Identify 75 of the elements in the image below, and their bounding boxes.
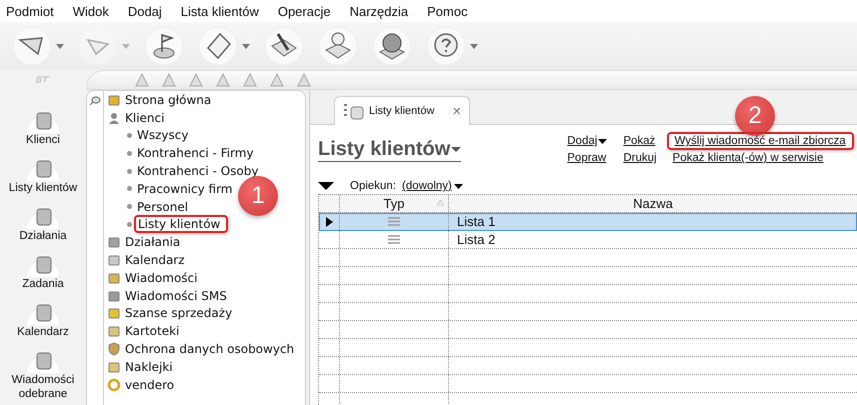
sidebar-item[interactable]: Działania <box>3 201 83 243</box>
filter-label: Opiekun: <box>350 180 396 192</box>
sidebar-item[interactable]: Kalendarz <box>3 297 83 339</box>
list-icon <box>388 235 400 244</box>
menu-item[interactable]: Dodaj <box>128 4 162 18</box>
shield-icon <box>107 342 121 356</box>
table-cell-text: Lista 1 <box>456 213 496 230</box>
bullet-icon <box>127 204 132 210</box>
bullet-icon <box>127 186 132 192</box>
action-link[interactable]: Pokaż <box>623 135 657 147</box>
list-icon <box>343 101 365 121</box>
row-pointer-icon <box>326 216 332 226</box>
caret-icon[interactable] <box>56 44 64 48</box>
sidebar-item[interactable]: Listy klientów <box>3 153 83 195</box>
action-link[interactable]: Popraw <box>567 152 608 164</box>
tree-icon <box>107 306 121 320</box>
list-icon <box>388 217 400 226</box>
action-link[interactable]: Pokaż klienta(-ów) w serwisie <box>672 152 854 164</box>
tree-item[interactable]: vendero <box>125 378 174 392</box>
tree-item[interactable]: Wiadomości SMS <box>125 288 227 303</box>
help-icon[interactable] <box>426 26 466 66</box>
document-tab[interactable]: Listy klientów × <box>334 96 470 125</box>
menu-item[interactable]: Operacje <box>278 4 331 18</box>
tree-icon <box>107 235 121 250</box>
filter-dropdown[interactable]: (dowolny) <box>402 180 463 192</box>
menu-item[interactable]: Podmiot <box>6 4 54 18</box>
tree-item[interactable]: Kartoteki <box>125 324 180 338</box>
menu-item[interactable]: Pomoc <box>427 4 468 18</box>
menu-item[interactable]: Narzędzia <box>350 4 408 18</box>
tree-item[interactable]: Klienci <box>125 110 164 125</box>
caret-icon <box>451 146 462 152</box>
sidebar-item[interactable]: Klienci <box>3 105 83 147</box>
close-button[interactable]: × <box>452 102 462 120</box>
pin-icon[interactable] <box>89 96 101 106</box>
menu-item[interactable]: Widok <box>72 4 109 18</box>
tree-item[interactable]: Listy klientów <box>134 215 228 234</box>
tree-item[interactable]: Personel <box>137 200 188 214</box>
tree-item[interactable]: Strona główna <box>125 92 212 107</box>
tree-item[interactable]: Ochrona danych osobowych <box>125 342 294 356</box>
tree-item[interactable]: Wiadomości <box>125 270 198 285</box>
table-cell-text: Lista 2 <box>456 231 496 248</box>
pen-icon[interactable] <box>264 26 304 66</box>
person-icon <box>107 110 121 125</box>
bullet-icon <box>127 132 132 138</box>
bullet-icon <box>127 168 132 174</box>
action-link[interactable]: Wyślij wiadomość e-mail zbiorcza <box>666 132 854 150</box>
action-link[interactable]: Dodaj <box>567 135 608 147</box>
sidebar-item[interactable]: Wiadomości odebrane <box>3 345 83 401</box>
sort-icon <box>437 200 444 206</box>
tree-icon <box>107 288 121 303</box>
caret-icon <box>598 138 608 144</box>
caret-icon[interactable] <box>470 44 478 48</box>
sidebar-item[interactable]: Zadania <box>3 249 83 291</box>
tree-item[interactable]: Pracownicy firm <box>137 182 232 196</box>
caret-icon[interactable] <box>242 44 250 48</box>
menu-item[interactable]: Lista klientów <box>180 4 259 18</box>
tree-item[interactable]: Naklejki <box>125 360 173 374</box>
tab-label: Listy klientów <box>369 105 434 117</box>
tree-item[interactable]: Kontrahenci - Osoby <box>137 164 258 178</box>
table-row[interactable]: Lista 1 <box>319 213 857 231</box>
action-link[interactable]: Drukuj <box>623 152 657 164</box>
tree-item[interactable]: Wszyscy <box>137 128 188 142</box>
tree-item[interactable]: Kontrahenci - Firmy <box>137 146 254 160</box>
column-header[interactable]: Nazwa <box>449 195 857 212</box>
bullet-icon <box>127 150 132 156</box>
page-title[interactable]: Listy klientów <box>318 138 462 162</box>
table-row[interactable]: Lista 2 <box>319 231 857 249</box>
column-header[interactable]: Typ <box>340 195 449 212</box>
tree-item[interactable]: Kalendarz <box>125 253 185 268</box>
collapse-icon[interactable] <box>318 182 334 190</box>
caret-icon <box>454 184 463 188</box>
tree-item[interactable]: Szanse sprzedaży <box>125 306 232 320</box>
bullet-icon <box>127 222 132 227</box>
ring-icon <box>107 378 121 392</box>
tree-item[interactable]: Działania <box>125 235 180 250</box>
